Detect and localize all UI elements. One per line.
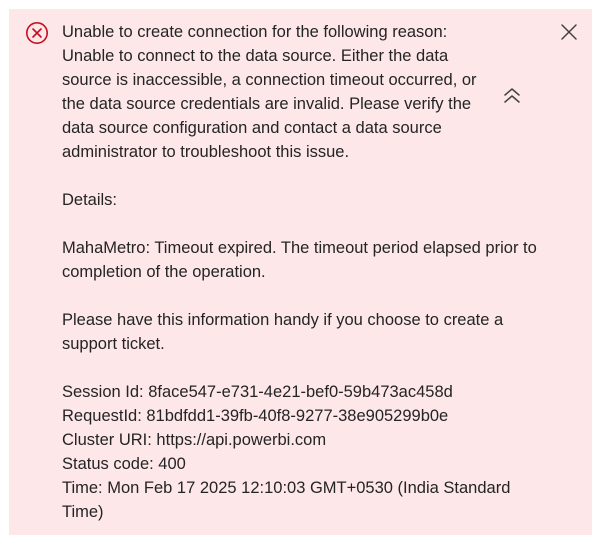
error-circle-x-icon [25,21,49,45]
error-message-bar: Unable to create connection for the foll… [9,9,592,535]
session-id: Session Id: 8face547-e731-4e21-bef0-59b4… [62,383,453,401]
status-code: Status code: 400 [62,455,186,473]
details-label: Details: [62,191,118,209]
cluster-uri: Cluster URI: https://api.powerbi.com [62,431,327,449]
error-details-block: Details: MahaMetro: Timeout expired. The… [62,188,537,524]
error-time: Time: Mon Feb 17 2025 12:10:03 GMT+0530 … [62,479,511,521]
error-summary-block: Unable to create connection for the foll… [62,20,502,164]
close-icon[interactable] [558,21,580,43]
request-id: RequestId: 81bdfdd1-39fb-40f8-9277-38e90… [62,407,449,425]
details-text: MahaMetro: Timeout expired. The timeout … [62,239,537,281]
chevron-double-up-icon[interactable] [501,85,523,107]
error-summary-text: Unable to create connection for the foll… [62,23,477,161]
support-note: Please have this information handy if yo… [62,311,504,353]
